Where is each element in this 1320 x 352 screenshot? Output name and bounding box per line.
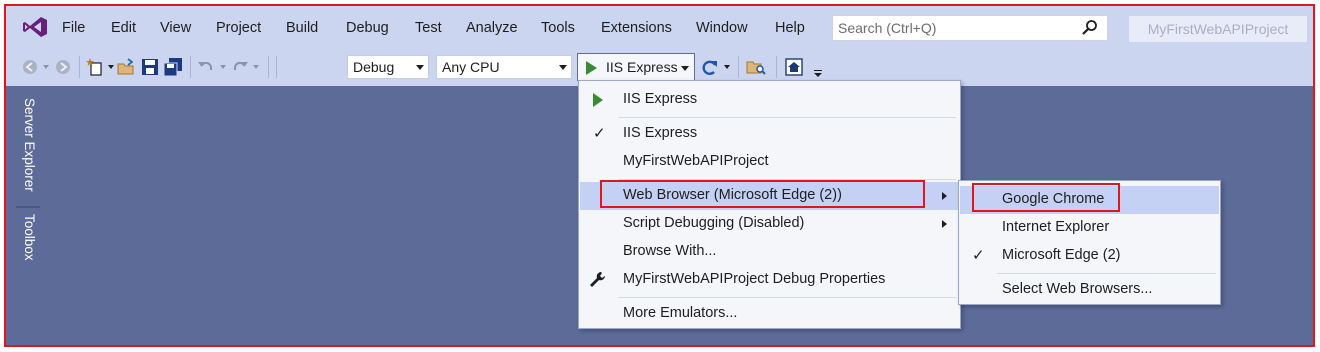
- refresh-icon[interactable]: [700, 57, 720, 77]
- toolbar-separator: [268, 56, 269, 78]
- menu-item-label: IIS Express: [623, 125, 698, 141]
- home-icon[interactable]: [784, 57, 804, 77]
- checkmark-icon: ✓: [593, 125, 606, 142]
- menu-item-script-debugging[interactable]: Script Debugging (Disabled): [580, 210, 959, 238]
- back-dropdown-arrow[interactable]: [43, 65, 49, 69]
- menu-window[interactable]: Window: [696, 20, 748, 36]
- toolbar-separator: [738, 56, 739, 78]
- menu-item-internet-explorer[interactable]: Internet Explorer: [960, 214, 1219, 242]
- annotation-highlight-google-chrome: [972, 183, 1120, 212]
- menu-item-label: Microsoft Edge (2): [1002, 247, 1121, 263]
- menu-analyze[interactable]: Analyze: [466, 20, 518, 36]
- menu-item-more-emulators[interactable]: More Emulators...: [580, 300, 959, 328]
- menu-item-browse-with[interactable]: Browse With...: [580, 238, 959, 266]
- menu-separator: [997, 273, 1216, 274]
- menu-file[interactable]: File: [62, 20, 85, 36]
- menu-item-label: Script Debugging (Disabled): [623, 215, 805, 231]
- toolbar-overflow-arrow[interactable]: [814, 73, 822, 77]
- menu-item-label: IIS Express: [623, 91, 698, 107]
- open-folder-icon[interactable]: [116, 57, 136, 77]
- chevron-right-icon: [942, 220, 947, 228]
- menu-item-label: Select Web Browsers...: [1002, 281, 1153, 297]
- menu-extensions[interactable]: Extensions: [601, 20, 672, 36]
- chevron-right-icon: [942, 192, 947, 200]
- save-all-icon[interactable]: [163, 57, 183, 77]
- menu-separator: [618, 297, 956, 298]
- menu-item-label: MyFirstWebAPIProject: [623, 153, 769, 169]
- search-icon: [1082, 20, 1097, 35]
- menu-bar: File Edit View Project Build Debug Test …: [6, 6, 1313, 48]
- menu-separator: [618, 117, 956, 118]
- menu-item-select-web-browsers[interactable]: Select Web Browsers...: [960, 276, 1219, 304]
- project-title-badge: MyFirstWebAPIProject: [1129, 16, 1307, 42]
- run-target-button[interactable]: IIS Express: [577, 53, 695, 81]
- checkmark-icon: ✓: [972, 247, 985, 264]
- menu-test[interactable]: Test: [415, 20, 442, 36]
- search-input[interactable]: Search (Ctrl+Q): [832, 15, 1108, 41]
- search-placeholder: Search (Ctrl+Q): [838, 20, 937, 36]
- forward-icon[interactable]: [53, 57, 73, 77]
- back-icon[interactable]: [20, 57, 40, 77]
- toolbar-separator: [79, 56, 80, 78]
- toolbar-overflow-icon[interactable]: [814, 70, 822, 71]
- toolbar-separator: [190, 56, 191, 78]
- toolbox-tab[interactable]: Toolbox: [19, 214, 37, 261]
- new-project-dropdown-arrow[interactable]: [108, 65, 114, 69]
- chevron-down-icon: [416, 65, 424, 70]
- undo-dropdown-arrow[interactable]: [220, 65, 226, 69]
- chevron-down-icon: [559, 65, 567, 70]
- menu-item-iis-express[interactable]: ✓ IIS Express: [580, 120, 959, 148]
- configuration-select[interactable]: Debug: [347, 55, 429, 79]
- menu-item-label: MyFirstWebAPIProject Debug Properties: [623, 271, 886, 287]
- menu-item-debug-properties[interactable]: MyFirstWebAPIProject Debug Properties: [580, 266, 959, 294]
- undo-icon[interactable]: [196, 57, 216, 77]
- menu-debug[interactable]: Debug: [346, 20, 389, 36]
- menu-view[interactable]: View: [160, 20, 191, 36]
- find-in-files-icon[interactable]: [746, 57, 766, 77]
- toolbar-separator: [776, 56, 777, 78]
- menu-item-microsoft-edge[interactable]: ✓ Microsoft Edge (2): [960, 242, 1219, 270]
- side-tab-divider: [16, 206, 40, 208]
- new-project-icon[interactable]: [86, 57, 106, 77]
- platform-select[interactable]: Any CPU: [436, 55, 572, 79]
- menu-item-project-profile[interactable]: MyFirstWebAPIProject: [580, 148, 959, 176]
- side-tool-tabs: Server Explorer Toolbox: [16, 92, 40, 270]
- configuration-value: Debug: [353, 59, 395, 75]
- play-icon: [586, 61, 597, 75]
- chevron-down-icon[interactable]: [681, 66, 689, 71]
- toolbar-separator: [276, 56, 277, 78]
- menu-build[interactable]: Build: [286, 20, 318, 36]
- annotation-highlight-web-browser: [600, 180, 925, 208]
- ide-window: File Edit View Project Build Debug Test …: [4, 4, 1315, 347]
- redo-icon[interactable]: [230, 57, 250, 77]
- server-explorer-tab[interactable]: Server Explorer: [19, 98, 37, 192]
- menu-project[interactable]: Project: [216, 20, 261, 36]
- menu-item-iis-express-run[interactable]: IIS Express: [580, 86, 959, 114]
- menu-item-label: More Emulators...: [623, 305, 738, 321]
- platform-value: Any CPU: [442, 59, 500, 75]
- refresh-dropdown-arrow[interactable]: [724, 65, 730, 69]
- menu-help[interactable]: Help: [775, 20, 805, 36]
- menu-item-label: Browse With...: [623, 243, 717, 259]
- run-target-label: IIS Express: [606, 59, 678, 75]
- redo-dropdown-arrow[interactable]: [253, 65, 259, 69]
- menu-edit[interactable]: Edit: [111, 20, 136, 36]
- menu-tools[interactable]: Tools: [541, 20, 575, 36]
- wrench-icon: [590, 272, 605, 287]
- menu-item-label: Internet Explorer: [1002, 219, 1110, 235]
- save-icon[interactable]: [140, 57, 160, 77]
- play-icon: [593, 93, 603, 107]
- visual-studio-logo-icon: [23, 17, 47, 37]
